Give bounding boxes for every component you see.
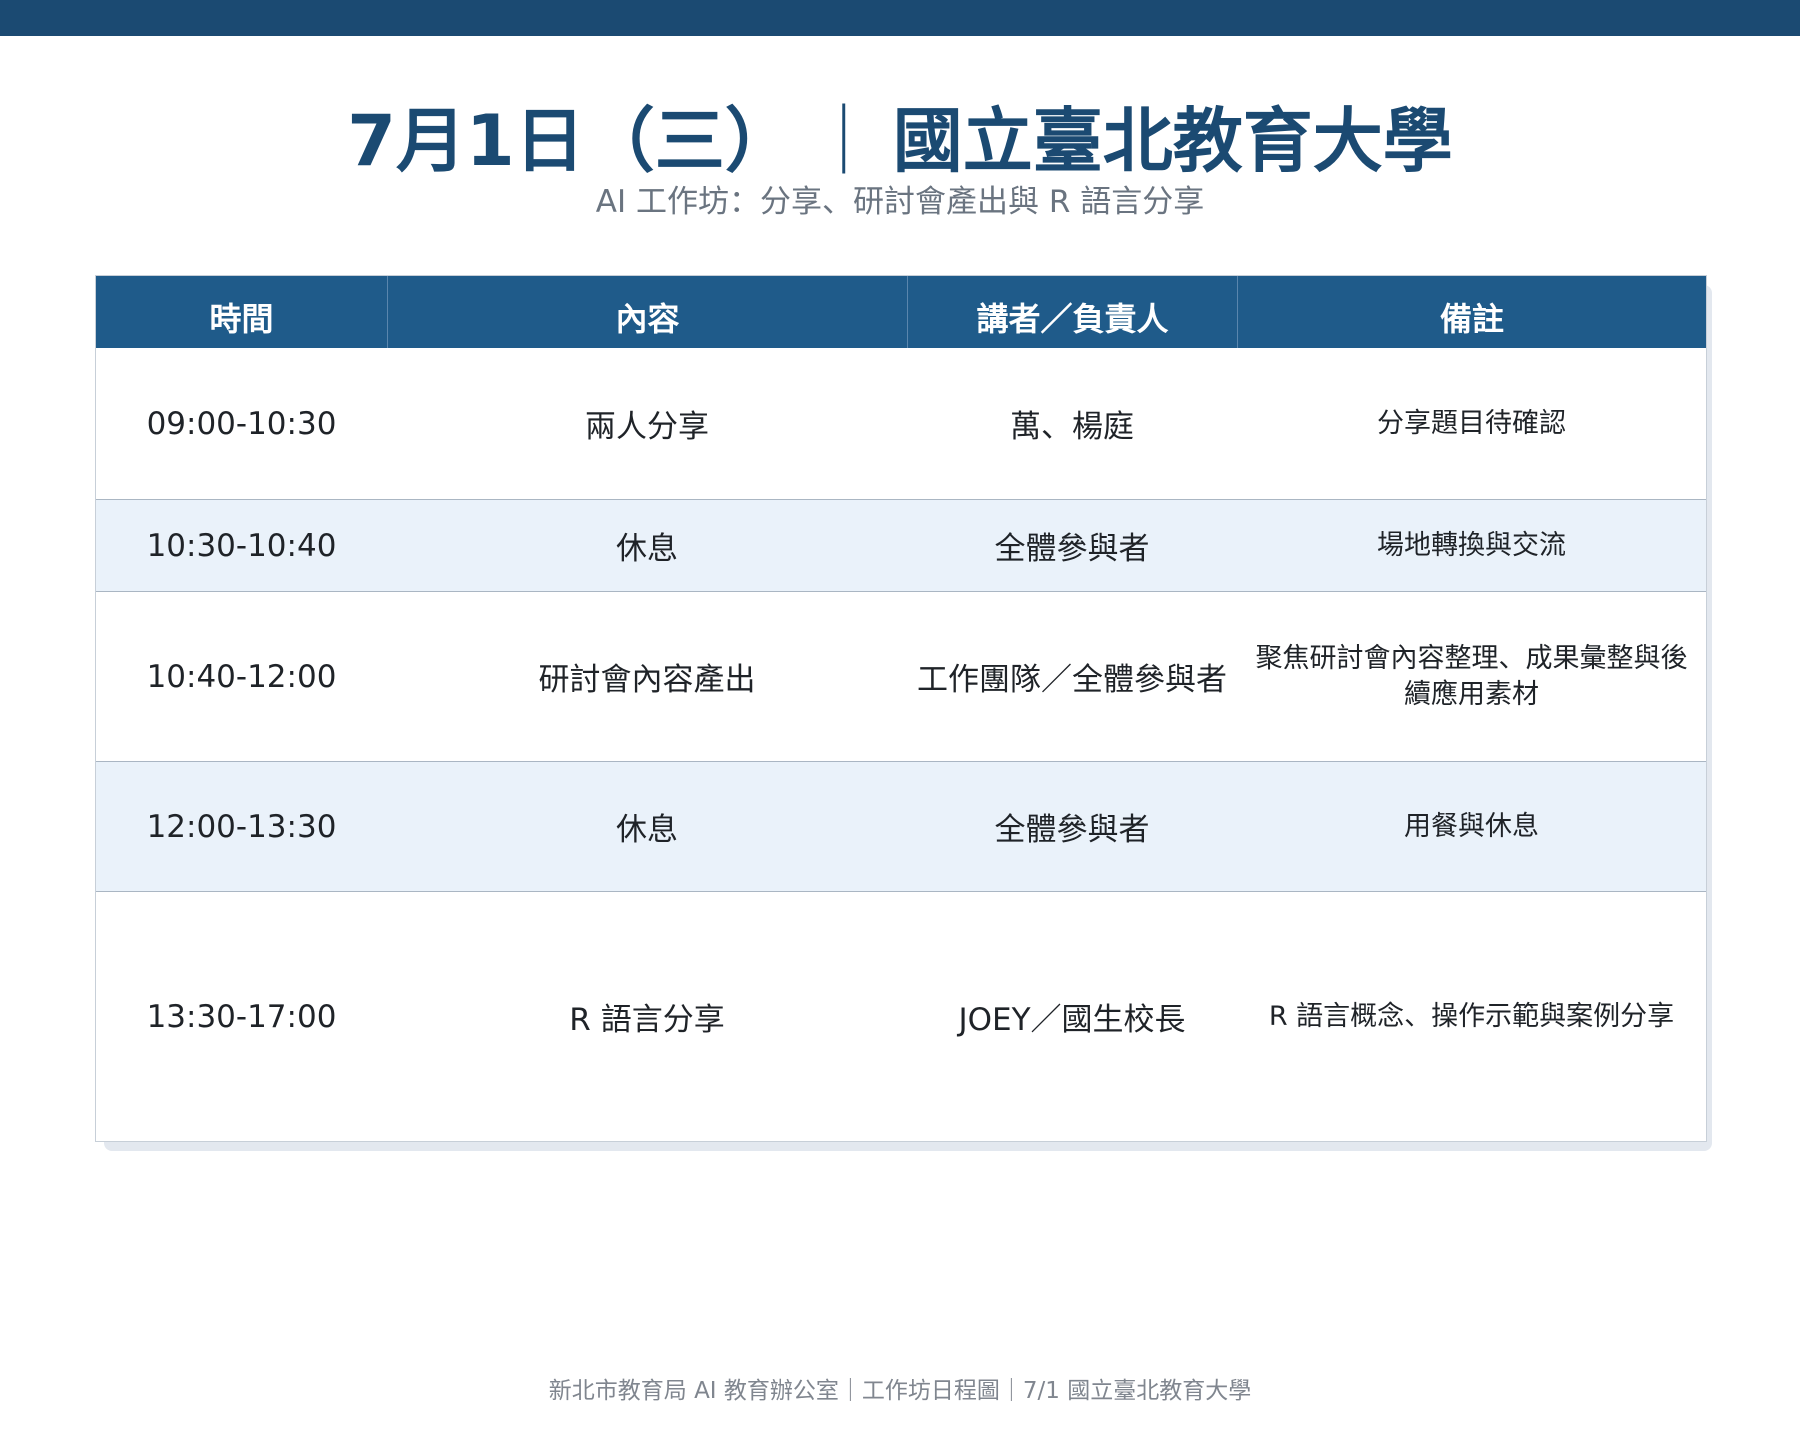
speaker-cell: 全體參與者 [994, 531, 1150, 567]
table-row: 13:30-17:00 R 語言分享 JOEY／國生校長 R 語言概念、操作示範… [96, 892, 1706, 1141]
time-cell: 12:00-13:30 [146, 808, 337, 845]
note-cell: 分享題目待確認 [1377, 407, 1566, 439]
speaker-cell: 工作團隊／全體參與者 [917, 662, 1227, 698]
note-cell: 場地轉換與交流 [1377, 529, 1566, 561]
schedule-table: 時間 內容 講者／負責人 備註 09:00-10:30 兩人分享 萬、楊庭 分享… [95, 275, 1707, 1142]
content-cell: 休息 [616, 812, 678, 848]
column-header-speaker: 講者／負責人 [907, 276, 1237, 348]
note-cell: 聚焦研討會內容整理、成果彙整與後續應用素材 [1255, 642, 1688, 710]
page-title: 7月1日（三）｜國立臺北教育大學 [0, 96, 1800, 186]
time-cell: 10:40-12:00 [146, 658, 337, 695]
top-accent-bar [0, 0, 1800, 36]
time-cell: 09:00-10:30 [146, 405, 337, 442]
content-cell: 研討會內容產出 [538, 662, 756, 698]
speaker-cell: JOEY／國生校長 [958, 1002, 1186, 1038]
table-header-row: 時間 內容 講者／負責人 備註 [96, 276, 1706, 348]
column-header-content: 內容 [387, 276, 907, 348]
title-venue: 國立臺北教育大學 [892, 100, 1453, 182]
title-date: 7月1日（三） [347, 100, 795, 182]
column-header-note: 備註 [1237, 276, 1706, 348]
content-cell: R 語言分享 [569, 1002, 725, 1038]
content-cell: 休息 [616, 531, 678, 567]
speaker-cell: 全體參與者 [994, 812, 1150, 848]
table-row: 12:00-13:30 休息 全體參與者 用餐與休息 [96, 762, 1706, 892]
note-cell: R 語言概念、操作示範與案例分享 [1268, 1000, 1675, 1032]
column-header-time: 時間 [209, 300, 274, 338]
table-row: 10:40-12:00 研討會內容產出 工作團隊／全體參與者 聚焦研討會內容整理… [96, 592, 1706, 762]
time-cell: 10:30-10:40 [146, 527, 337, 564]
page-subtitle: AI 工作坊：分享、研討會產出與 R 語言分享 [595, 184, 1205, 220]
time-cell: 13:30-17:00 [146, 998, 337, 1035]
title-separator: ｜ [808, 100, 879, 182]
content-cell: 兩人分享 [585, 409, 709, 445]
table-row: 09:00-10:30 兩人分享 萬、楊庭 分享題目待確認 [96, 348, 1706, 500]
speaker-cell: 萬、楊庭 [1010, 409, 1134, 445]
note-cell: 用餐與休息 [1404, 810, 1539, 842]
table-row: 10:30-10:40 休息 全體參與者 場地轉換與交流 [96, 500, 1706, 592]
page-footer: 新北市教育局 AI 教育辦公室｜工作坊日程圖｜7/1 國立臺北教育大學 [548, 1378, 1252, 1404]
